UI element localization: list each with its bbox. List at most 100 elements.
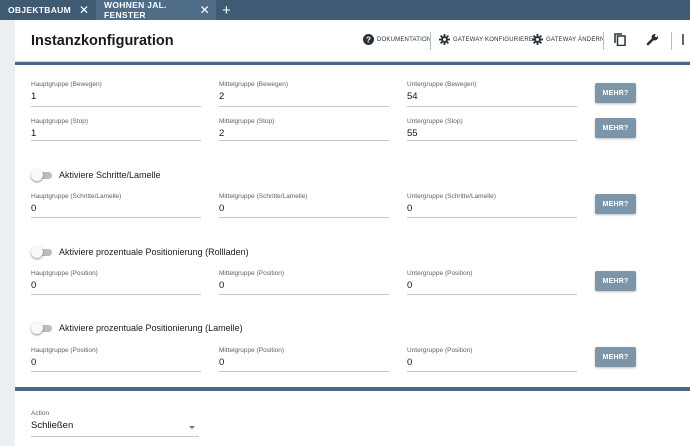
field-underline [31, 106, 201, 107]
field-value: 0 [407, 280, 413, 291]
field-value: 0 [407, 357, 413, 368]
field-value: 0 [219, 280, 225, 291]
field-value: Schließen [31, 420, 74, 431]
field-value: 0 [219, 357, 225, 368]
field-label: Hauptgruppe (Schritte/Lamelle) [31, 193, 122, 200]
svg-text:?: ? [366, 35, 371, 44]
mittelgruppe-position-lamelle-field[interactable]: Mittelgruppe (Position) 0 [219, 347, 389, 372]
hauptgruppe-bewegen-field[interactable]: Hauptgruppe (Bewegen) 1 [31, 81, 201, 107]
overflow-button[interactable] [682, 33, 690, 46]
page-title: Instanzkonfiguration [31, 33, 174, 49]
field-label: Hauptgruppe (Position) [31, 347, 98, 354]
toggle-positionierung-lamelle[interactable]: Aktiviere prozentuale Positionierung (La… [31, 322, 243, 334]
untergruppe-position-lamelle-field[interactable]: Untergruppe (Position) 0 [407, 347, 577, 372]
gear-icon [532, 34, 543, 45]
toggle-label: Aktiviere Schritte/Lamelle [59, 170, 161, 180]
field-underline [407, 294, 577, 295]
untergruppe-position-rollladen-field[interactable]: Untergruppe (Position) 0 [407, 270, 577, 295]
toggle-positionierung-rollladen[interactable]: Aktiviere prozentuale Positionierung (Ro… [31, 246, 249, 258]
hauptgruppe-schritte-field[interactable]: Hauptgruppe (Schritte/Lamelle) 0 [31, 193, 201, 218]
field-underline [31, 436, 199, 437]
field-underline [219, 217, 389, 218]
hauptgruppe-position-rollladen-field[interactable]: Hauptgruppe (Position) 0 [31, 270, 201, 295]
field-underline [407, 140, 577, 141]
gateway-aendern-button[interactable]: GATEWAY ÄNDERN [532, 34, 605, 45]
mehr-button[interactable]: MEHR? [595, 347, 636, 367]
mehr-button[interactable]: MEHR? [595, 83, 636, 103]
toolbar-divider [430, 32, 431, 50]
copy-icon [614, 33, 626, 46]
hauptgruppe-stop-field[interactable]: Hauptgruppe (Stop) 1 [31, 118, 201, 141]
field-label: Untergruppe (Schritte/Lamelle) [407, 193, 496, 200]
field-value: 0 [31, 357, 37, 368]
tab-label: OBJEKTBAUM [8, 5, 71, 15]
copy-button[interactable] [614, 33, 626, 46]
field-label: Untergruppe (Stop) [407, 118, 463, 125]
close-icon[interactable]: ✕ [79, 4, 89, 16]
field-value: 55 [407, 128, 418, 139]
untergruppe-schritte-field[interactable]: Untergruppe (Schritte/Lamelle) 0 [407, 193, 577, 218]
field-label: Mittelgruppe (Stop) [219, 118, 275, 125]
field-label: Mittelgruppe (Position) [219, 270, 285, 277]
field-value: 0 [219, 203, 225, 214]
toggle-label: Aktiviere prozentuale Positionierung (La… [59, 323, 243, 333]
field-underline [31, 217, 201, 218]
mehr-button[interactable]: MEHR? [595, 118, 636, 138]
add-tab-icon[interactable]: + [216, 0, 237, 20]
toggle-schritte-lamelle[interactable]: Aktiviere Schritte/Lamelle [31, 169, 161, 181]
tab-wohnen-jal-fenster[interactable]: WOHNEN JAL. FENSTER ✕ [96, 0, 216, 20]
field-value: 1 [31, 128, 37, 139]
field-label: Mittelgruppe (Bewegen) [219, 81, 289, 88]
toggle-switch[interactable] [31, 169, 53, 181]
tab-objektbaum[interactable]: OBJEKTBAUM ✕ [0, 0, 96, 20]
hauptgruppe-position-lamelle-field[interactable]: Hauptgruppe (Position) 0 [31, 347, 201, 372]
dokumentation-button[interactable]: ? DOKUMENTATION [363, 34, 431, 45]
mittelgruppe-schritte-field[interactable]: Mittelgruppe (Schritte/Lamelle) 0 [219, 193, 389, 218]
field-value: 0 [31, 280, 37, 291]
field-label: Mittelgruppe (Schritte/Lamelle) [219, 193, 308, 200]
gear-icon [439, 34, 450, 45]
mehr-button[interactable]: MEHR? [595, 271, 636, 291]
tab-bar: OBJEKTBAUM ✕ WOHNEN JAL. FENSTER ✕ + [0, 0, 690, 20]
action-select[interactable]: Action Schließen [31, 410, 199, 437]
field-label: Untergruppe (Position) [407, 270, 473, 277]
field-underline [31, 294, 201, 295]
untergruppe-bewegen-field[interactable]: Untergruppe (Bewegen) 54 [407, 81, 577, 107]
tab-label: WOHNEN JAL. FENSTER [104, 0, 167, 20]
toggle-label: Aktiviere prozentuale Positionierung (Ro… [59, 247, 249, 257]
toggle-switch[interactable] [31, 246, 53, 258]
mittelgruppe-position-rollladen-field[interactable]: Mittelgruppe (Position) 0 [219, 270, 389, 295]
field-underline [407, 217, 577, 218]
gateway-aendern-label: GATEWAY ÄNDERN [546, 36, 605, 43]
field-underline [219, 106, 389, 107]
gateway-konfigurieren-label: GATEWAY KONFIGURIEREN [453, 36, 538, 43]
wrench-icon [646, 34, 658, 46]
field-underline [219, 371, 389, 372]
config-panel: Instanzkonfiguration ? DOKUMENTATION GAT… [15, 20, 690, 446]
field-label: Hauptgruppe (Bewegen) [31, 81, 102, 88]
field-underline [407, 371, 577, 372]
header-accent-strip [15, 62, 690, 65]
field-underline [219, 294, 389, 295]
close-icon[interactable]: ✕ [200, 4, 210, 16]
gateway-konfigurieren-button[interactable]: GATEWAY KONFIGURIEREN [439, 34, 538, 45]
toolbar-divider [603, 32, 604, 50]
field-underline [407, 106, 577, 107]
field-value: 54 [407, 91, 418, 102]
dropdown-arrow-icon [189, 426, 195, 429]
field-label: Action [31, 410, 50, 417]
toolbar-divider [671, 32, 672, 50]
section-accent-strip [15, 387, 690, 391]
mittelgruppe-stop-field[interactable]: Mittelgruppe (Stop) 2 [219, 118, 389, 141]
untergruppe-stop-field[interactable]: Untergruppe (Stop) 55 [407, 118, 577, 141]
toggle-switch[interactable] [31, 322, 53, 334]
field-label: Mittelgruppe (Position) [219, 347, 285, 354]
settings-button[interactable] [646, 33, 659, 46]
mittelgruppe-bewegen-field[interactable]: Mittelgruppe (Bewegen) 2 [219, 81, 389, 107]
panel-icon [682, 34, 684, 45]
field-value: 0 [31, 203, 37, 214]
field-label: Hauptgruppe (Stop) [31, 118, 89, 125]
mehr-button[interactable]: MEHR? [595, 194, 636, 214]
field-underline [219, 140, 389, 141]
field-label: Hauptgruppe (Position) [31, 270, 98, 277]
